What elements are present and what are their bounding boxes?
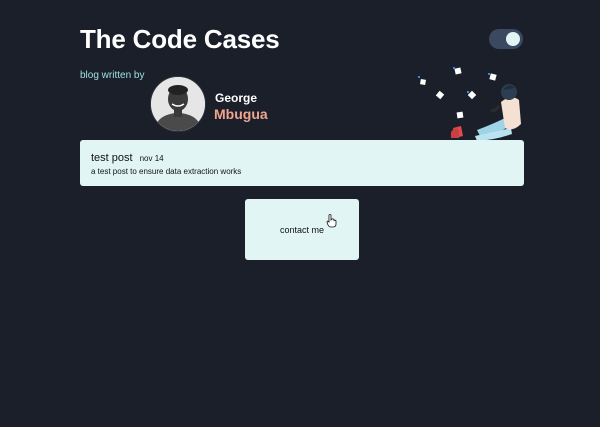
avatar-photo bbox=[151, 77, 205, 131]
reading-person-illustration bbox=[418, 67, 521, 141]
hand-pointer-icon bbox=[326, 214, 337, 228]
post-card[interactable]: test post nov 14 a test post to ensure d… bbox=[80, 140, 524, 186]
post-header: test post nov 14 bbox=[91, 152, 524, 164]
byline: blog written by bbox=[80, 70, 145, 81]
contact-button[interactable]: contact me bbox=[245, 199, 359, 260]
theme-toggle[interactable] bbox=[489, 29, 523, 49]
post-excerpt: a test post to ensure data extraction wo… bbox=[91, 167, 242, 176]
page: The Code Cases blog written by George Mb… bbox=[0, 0, 600, 427]
post-title[interactable]: test post bbox=[91, 152, 133, 164]
site-title[interactable]: The Code Cases bbox=[80, 24, 280, 55]
author-first-name: George bbox=[215, 91, 258, 105]
avatar bbox=[150, 76, 206, 132]
floating-pages bbox=[418, 67, 497, 119]
author-last-name: Mbugua bbox=[214, 106, 268, 122]
toggle-knob bbox=[506, 32, 520, 46]
post-date: nov 14 bbox=[139, 154, 164, 163]
